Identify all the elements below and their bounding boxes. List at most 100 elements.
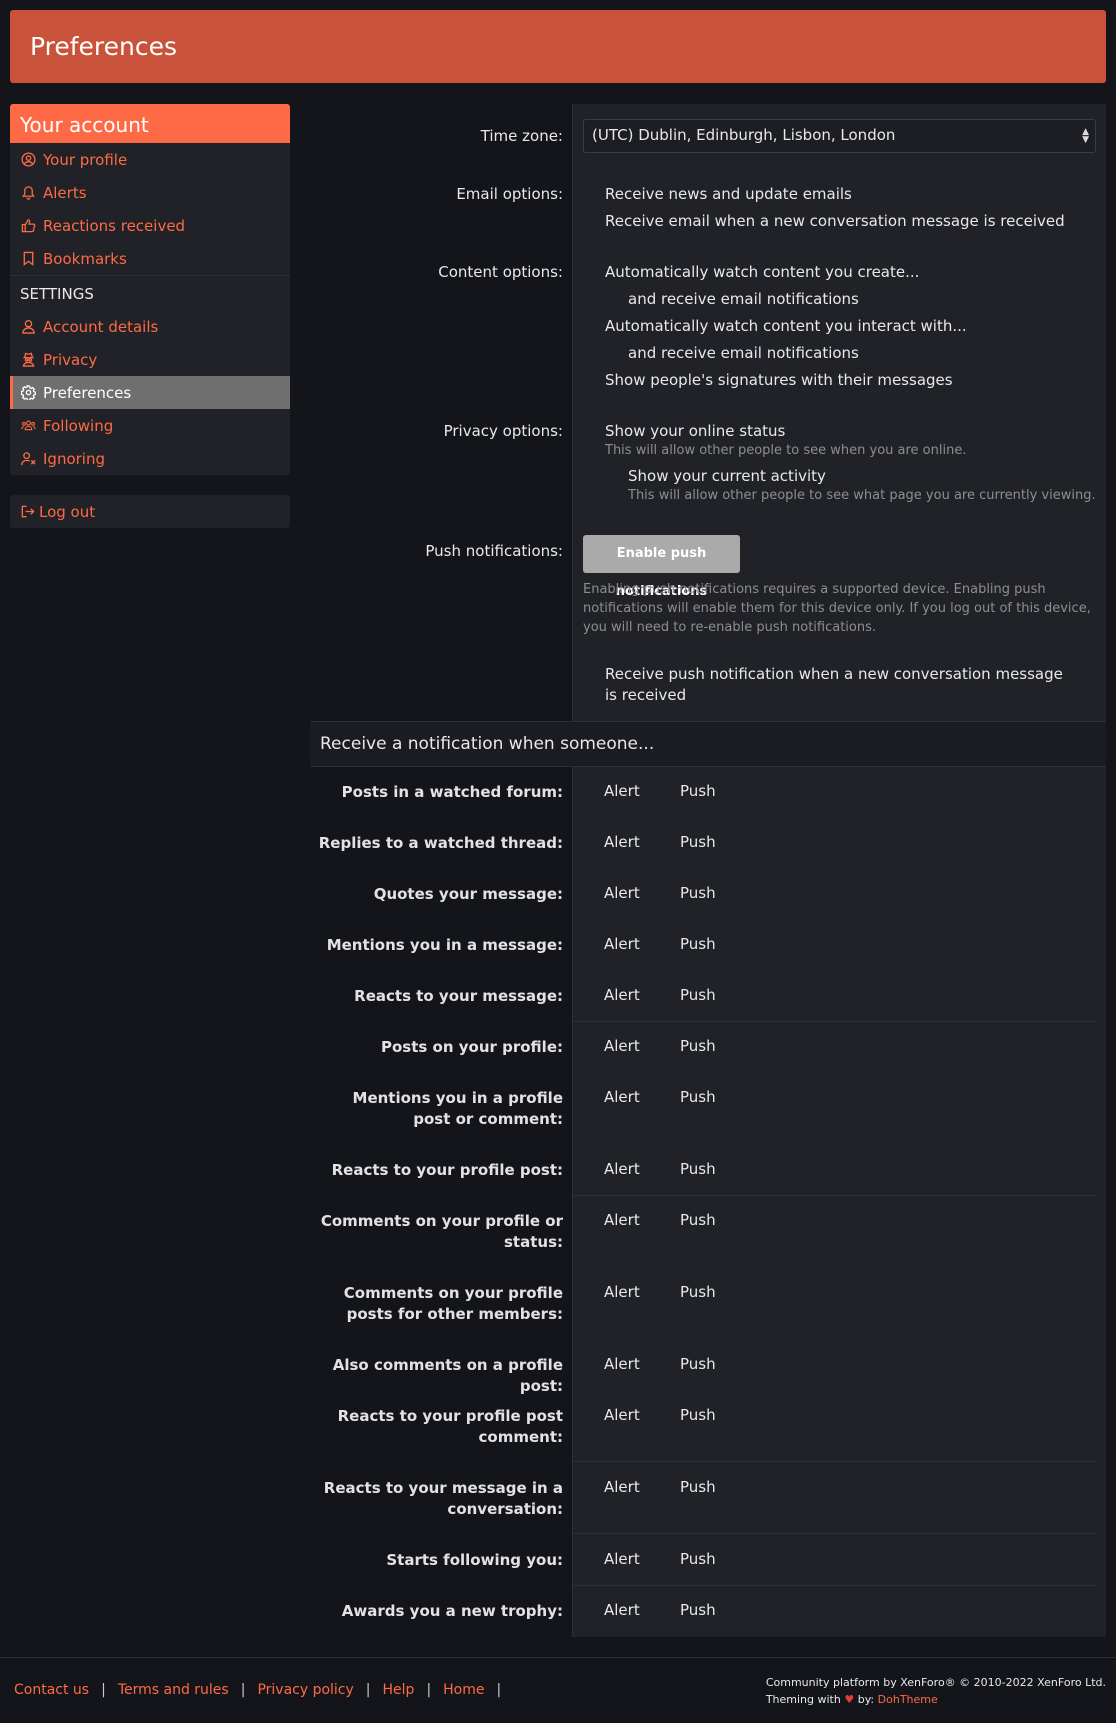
email-conversation-checkbox[interactable]: Receive email when a new conversation me… [605, 211, 1065, 232]
notif-row-label: Comments on your profile or status: [320, 1212, 563, 1251]
sign-out-icon [20, 504, 37, 519]
alert-checkbox[interactable]: Alert [604, 1211, 640, 1229]
sidebar-item-account-details[interactable]: Account details [10, 310, 290, 343]
footer-link-privacy[interactable]: Privacy policy [257, 1682, 353, 1698]
notif-row-label: Replies to a watched thread: [318, 834, 563, 852]
sidebar-item-ignoring[interactable]: Ignoring [10, 442, 290, 475]
notif-row-label: Reacts to your message in a conversation… [323, 1479, 563, 1518]
group-divider [573, 1461, 1097, 1462]
alert-checkbox[interactable]: Alert [604, 1355, 640, 1373]
push-checkbox[interactable]: Push [680, 986, 716, 1004]
sidebar-item-label: Alerts [43, 183, 87, 202]
push-checkbox[interactable]: Push [680, 1211, 716, 1229]
user-icon [20, 318, 37, 335]
privacy-options-label: Privacy options: [443, 422, 563, 440]
bookmark-icon [20, 250, 37, 267]
alert-checkbox[interactable]: Alert [604, 1478, 640, 1496]
alert-checkbox[interactable]: Alert [604, 1037, 640, 1055]
alert-checkbox[interactable]: Alert [604, 1550, 640, 1568]
show-signatures-checkbox[interactable]: Show people's signatures with their mess… [605, 370, 953, 391]
footer-credits: Community platform by XenForo® © 2010-20… [766, 1674, 1106, 1708]
push-checkbox[interactable]: Push [680, 935, 716, 953]
watch-interacted-checkbox[interactable]: Automatically watch content you interact… [605, 316, 967, 337]
push-hint: Enabling push notifications requires a s… [583, 582, 1091, 635]
timezone-select[interactable]: (UTC) Dublin, Edinburgh, Lisbon, London … [583, 119, 1096, 153]
notif-row-label: Reacts to your message: [354, 987, 563, 1005]
push-checkbox[interactable]: Push [680, 1088, 716, 1106]
page-footer: Contact us | Terms and rules | Privacy p… [0, 1657, 1116, 1723]
footer-separator: | [365, 1682, 371, 1698]
sidebar-item-bookmarks[interactable]: Bookmarks [10, 242, 290, 275]
sidebar-item-label: Privacy [43, 350, 98, 369]
logout-link[interactable]: Log out [10, 495, 290, 528]
bell-icon [20, 184, 37, 201]
alert-checkbox[interactable]: Alert [604, 986, 640, 1004]
push-checkbox[interactable]: Push [680, 1601, 716, 1619]
timezone-label: Time zone: [480, 127, 563, 145]
push-checkbox[interactable]: Push [680, 1550, 716, 1568]
user-secret-icon [20, 351, 37, 368]
footer-link-help[interactable]: Help [383, 1682, 415, 1698]
push-checkbox[interactable]: Push [680, 884, 716, 902]
group-divider [573, 1021, 1097, 1022]
alert-checkbox[interactable]: Alert [604, 1283, 640, 1301]
push-checkbox[interactable]: Push [680, 1355, 716, 1373]
sidebar-item-privacy[interactable]: Privacy [10, 343, 290, 376]
push-checkbox[interactable]: Push [680, 1037, 716, 1055]
by-text: by: [857, 1693, 875, 1706]
notif-row-label: Quotes your message: [373, 885, 563, 903]
alert-checkbox[interactable]: Alert [604, 1160, 640, 1178]
alert-checkbox[interactable]: Alert [604, 833, 640, 851]
notif-row-label: Also comments on a profile post: [332, 1356, 563, 1395]
push-checkbox[interactable]: Push [680, 1406, 716, 1424]
notif-row-label: Comments on your profile posts for other… [343, 1284, 563, 1323]
notif-row-label: Mentions you in a message: [326, 936, 563, 954]
notif-row-label: Starts following you: [386, 1551, 563, 1569]
sidebar-item-following[interactable]: Following [10, 409, 290, 442]
alert-checkbox[interactable]: Alert [604, 935, 640, 953]
notif-row-label: Mentions you in a profile post or commen… [352, 1089, 563, 1128]
content-options-label: Content options: [438, 263, 563, 281]
group-divider [573, 1585, 1097, 1586]
theming-credit: Theming with ♥ by: DohTheme [766, 1691, 1106, 1708]
current-activity-hint: This will allow other people to see what… [628, 488, 1096, 503]
sidebar-item-your-profile[interactable]: Your profile [10, 143, 290, 176]
page-header: Preferences [10, 10, 1106, 83]
sidebar-item-reactions-received[interactable]: Reactions received [10, 209, 290, 242]
footer-separator: | [426, 1682, 432, 1698]
push-checkbox[interactable]: Push [680, 1283, 716, 1301]
alert-checkbox[interactable]: Alert [604, 884, 640, 902]
alert-checkbox[interactable]: Alert [604, 1088, 640, 1106]
sidebar-item-label: Ignoring [43, 449, 105, 468]
push-conversation-checkbox[interactable]: Receive push notification when a new con… [605, 664, 1075, 706]
push-checkbox[interactable]: Push [680, 1160, 716, 1178]
push-checkbox[interactable]: Push [680, 1478, 716, 1496]
push-checkbox[interactable]: Push [680, 782, 716, 800]
sidebar-item-alerts[interactable]: Alerts [10, 176, 290, 209]
email-options-label: Email options: [456, 185, 563, 203]
user-circle-icon [20, 151, 37, 168]
sidebar-item-label: Reactions received [43, 216, 186, 235]
timezone-value: (UTC) Dublin, Edinburgh, Lisbon, London [592, 126, 896, 144]
footer-link-home[interactable]: Home [443, 1682, 484, 1698]
enable-push-button[interactable]: Enable push notifications [583, 535, 740, 599]
watch-interacted-email-checkbox[interactable]: and receive email notifications [628, 343, 859, 364]
alert-checkbox[interactable]: Alert [604, 1406, 640, 1424]
copyright-text: Community platform by XenForo® © 2010-20… [765, 1676, 1106, 1689]
sidebar-item-preferences[interactable]: Preferences [10, 376, 290, 409]
push-checkbox[interactable]: Push [680, 833, 716, 851]
show-online-status-checkbox[interactable]: Show your online status [605, 421, 785, 442]
theme-author-link[interactable]: DohTheme [878, 1693, 938, 1706]
footer-link-contact[interactable]: Contact us [14, 1682, 89, 1698]
email-news-checkbox[interactable]: Receive news and update emails [605, 184, 852, 205]
sidebar-item-label: Account details [43, 317, 159, 336]
footer-link-terms[interactable]: Terms and rules [118, 1682, 229, 1698]
watch-created-checkbox[interactable]: Automatically watch content you create..… [605, 262, 919, 283]
sidebar-item-label: Your profile [43, 150, 128, 169]
footer-separator: | [240, 1682, 246, 1698]
notif-row-label: Awards you a new trophy: [341, 1602, 563, 1620]
show-current-activity-checkbox[interactable]: Show your current activity [628, 466, 826, 487]
alert-checkbox[interactable]: Alert [604, 782, 640, 800]
watch-created-email-checkbox[interactable]: and receive email notifications [628, 289, 859, 310]
alert-checkbox[interactable]: Alert [604, 1601, 640, 1619]
